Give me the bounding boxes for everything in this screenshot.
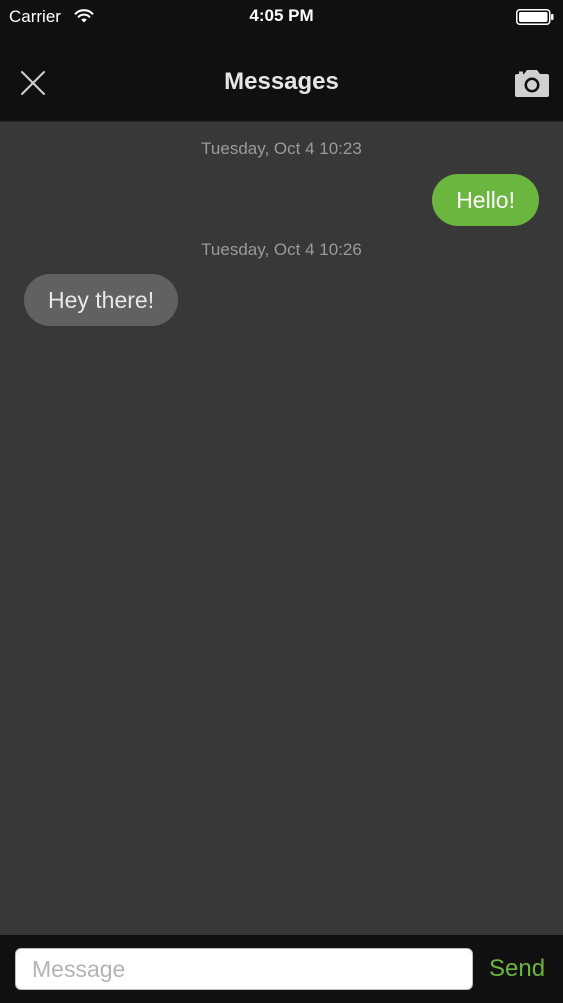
camera-icon[interactable] (512, 68, 552, 100)
top-bar: Carrier 4:05 PM Messages (0, 0, 563, 122)
status-bar: Carrier 4:05 PM (0, 0, 563, 34)
status-time: 4:05 PM (249, 6, 314, 25)
send-button[interactable]: Send (489, 955, 545, 983)
navigation-bar: Messages (0, 34, 563, 121)
message-input[interactable] (15, 948, 473, 990)
message-timestamp: Tuesday, Oct 4 10:23 (201, 139, 362, 158)
message-timestamp: Tuesday, Oct 4 10:26 (201, 240, 362, 259)
battery-icon (516, 9, 554, 25)
messages-screen: Carrier 4:05 PM Messages Tuesday, Oct 4 … (0, 0, 563, 1003)
page-title: Messages (224, 68, 339, 95)
composer-bar: Send (0, 935, 563, 1003)
message-list: Tuesday, Oct 4 10:23 Hello! Tuesday, Oct… (0, 122, 563, 935)
outgoing-message-bubble: Hello! (432, 174, 539, 226)
incoming-message-bubble: Hey there! (24, 274, 179, 326)
